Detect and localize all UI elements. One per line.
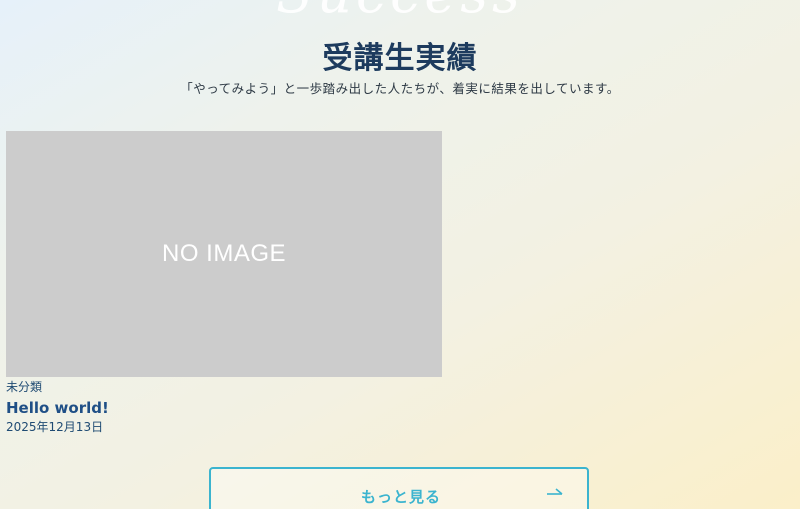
more-button-label: もっと見る — [360, 488, 441, 506]
post-category: 未分類 — [6, 380, 43, 394]
section-title: 受講生実績 — [322, 41, 478, 76]
post-card: NO IMAGE 未分類 Hello world! 2025年12月13日 — [6, 131, 442, 436]
post-date: 2025年12月13日 — [6, 420, 104, 434]
no-image-text: NO IMAGE — [161, 240, 286, 267]
arrow-right-icon — [547, 488, 563, 495]
post-thumbnail[interactable]: NO IMAGE — [6, 131, 442, 377]
section-deco-text: Success — [0, 0, 800, 25]
more-button[interactable]: もっと見る — [209, 467, 589, 509]
section-lead: 「やってみよう」と一歩踏み出した人たちが、着実に結果を出しています。 — [180, 81, 620, 96]
post-title-link[interactable]: Hello world! — [6, 398, 442, 418]
